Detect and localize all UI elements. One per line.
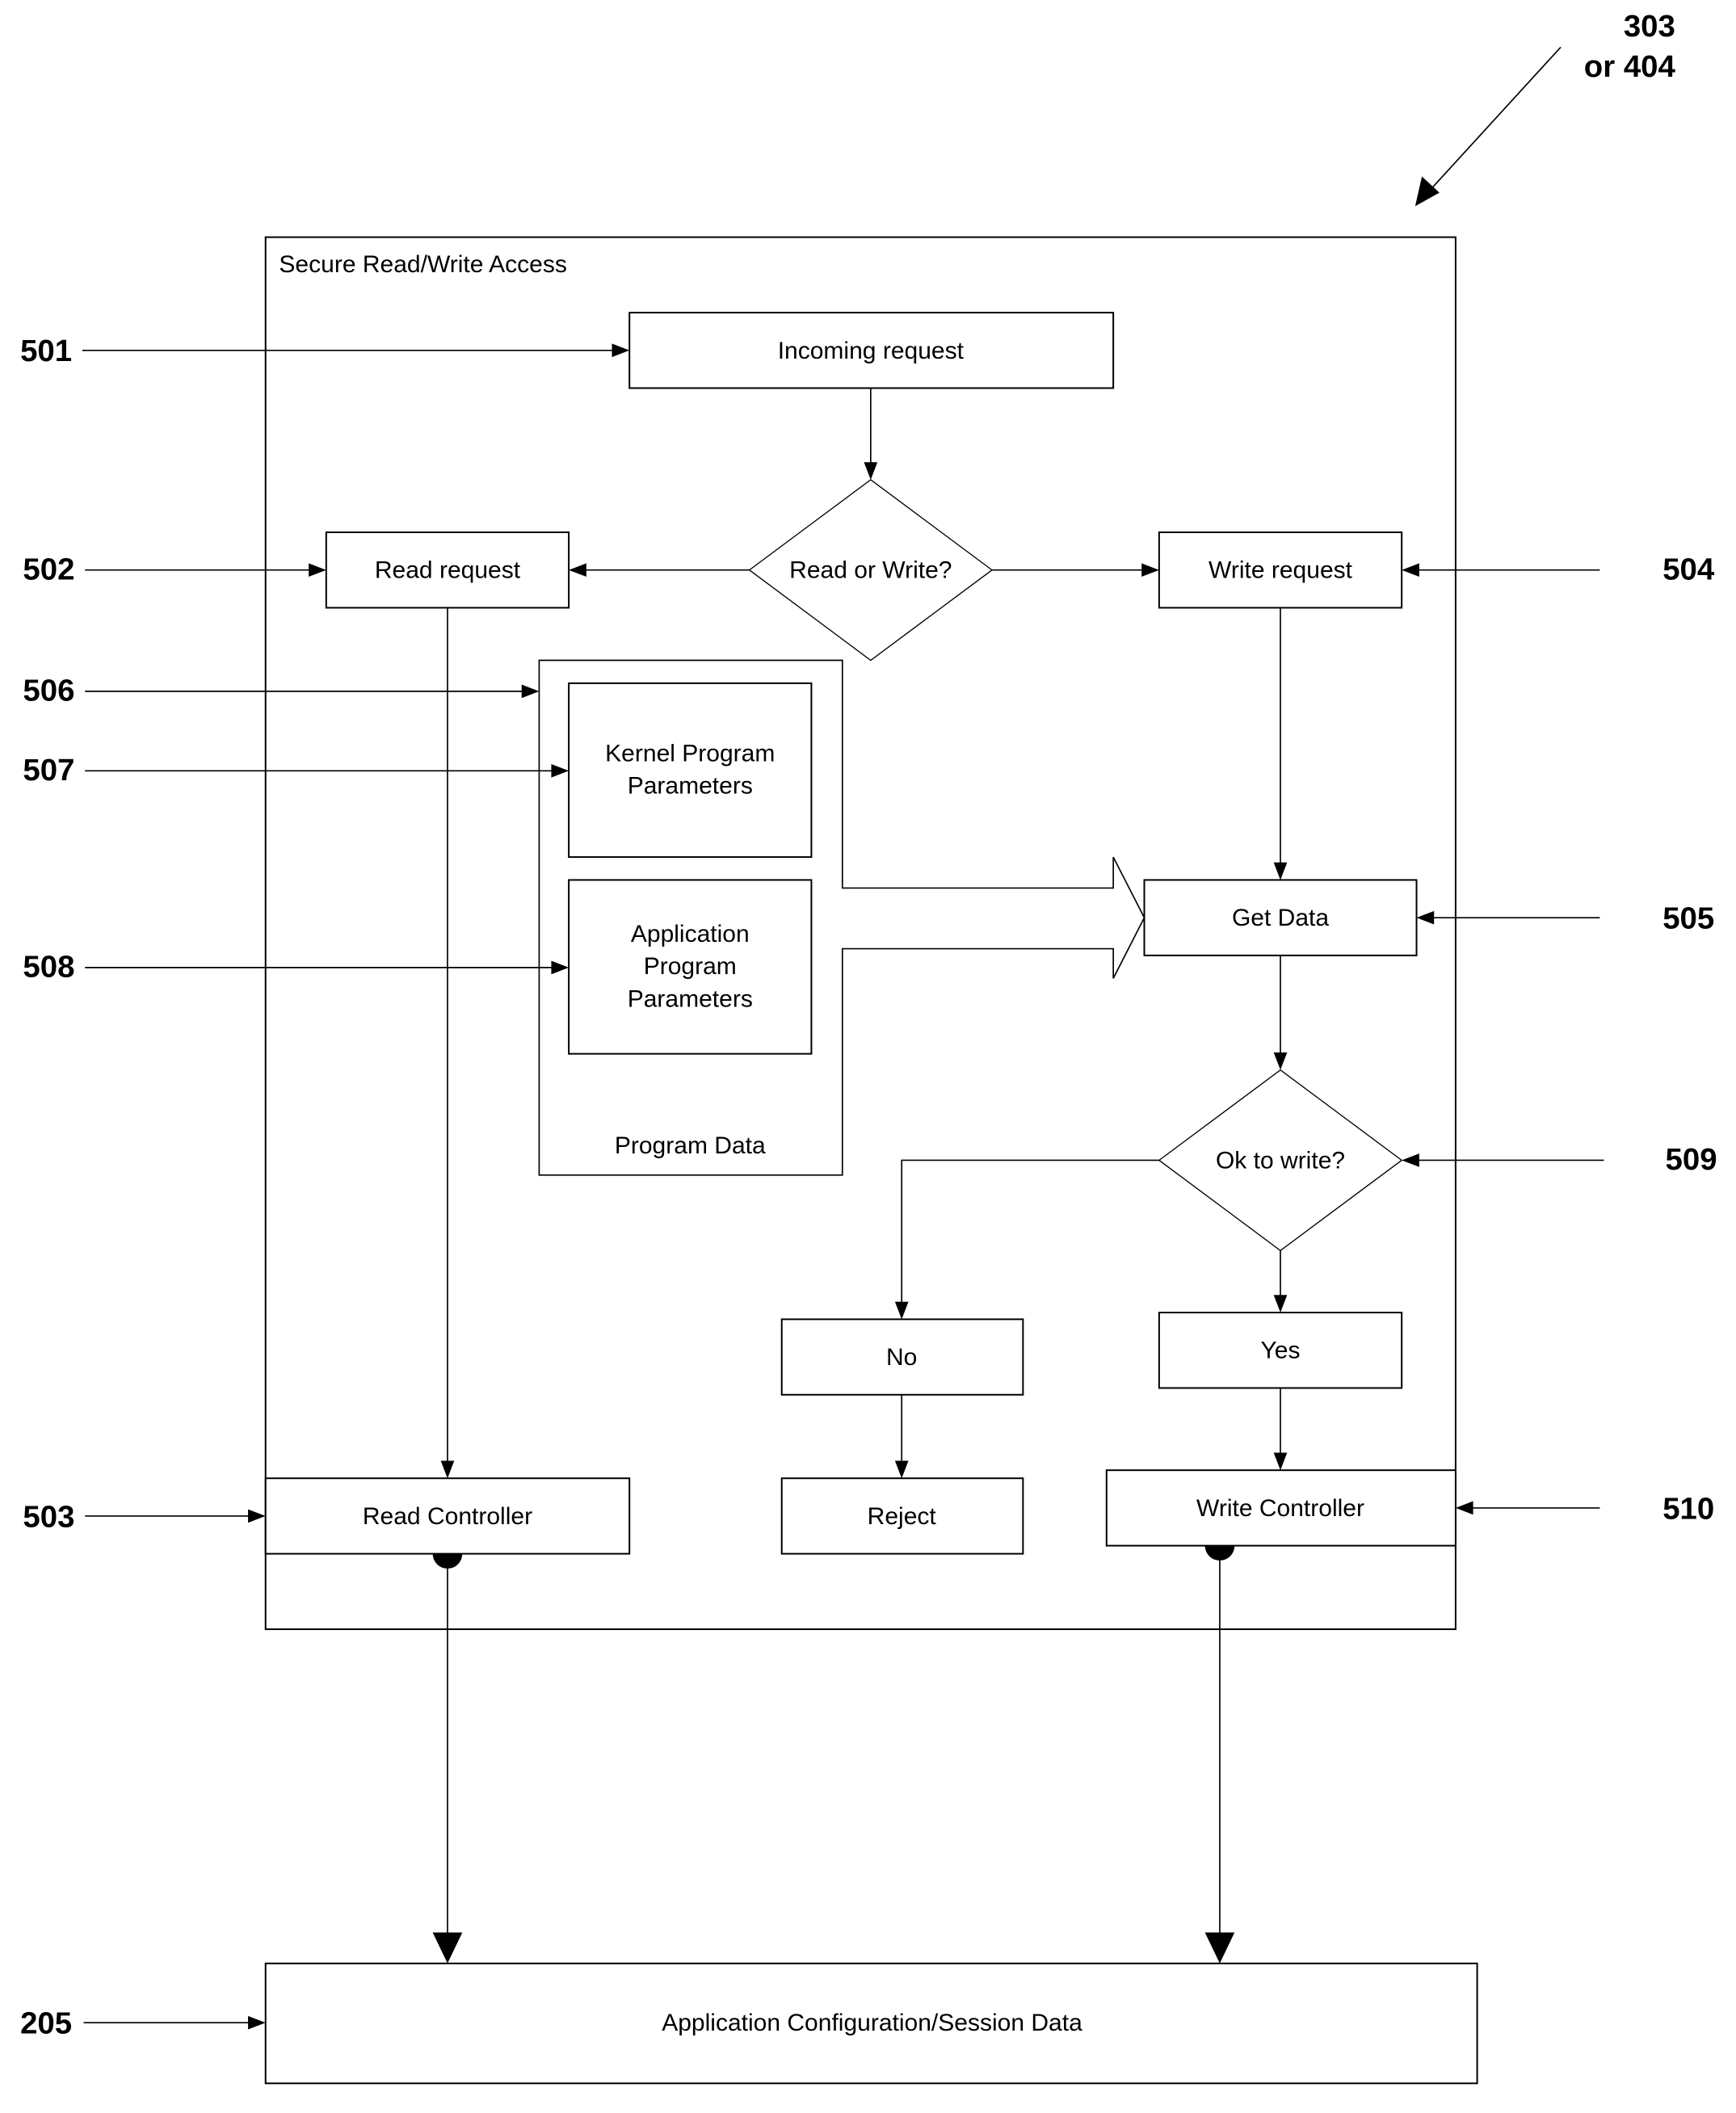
application-params-label: Application bbox=[631, 921, 750, 947]
read-controller-label: Read Controller bbox=[363, 1503, 532, 1530]
app-config-label: Application Configuration/Session Data bbox=[662, 2010, 1082, 2036]
ref-510-arrowhead bbox=[1455, 1501, 1473, 1515]
incoming-request-label: Incoming request bbox=[778, 338, 965, 364]
read-or-write-label: Read or Write? bbox=[789, 557, 952, 584]
ref-504: 504 bbox=[1662, 552, 1715, 586]
no-label: No bbox=[886, 1344, 917, 1371]
ref-508: 508 bbox=[23, 950, 74, 985]
program-data-label: Program Data bbox=[615, 1132, 766, 1159]
readcontroller-to-appconfig-arrowhead bbox=[432, 1932, 463, 1964]
ref-205: 205 bbox=[20, 2006, 72, 2041]
ref-503-arrowhead bbox=[248, 1509, 266, 1523]
write-request-label: Write request bbox=[1208, 557, 1353, 584]
ref-507: 507 bbox=[23, 753, 74, 788]
ref-505: 505 bbox=[1662, 901, 1714, 936]
container-title: Secure Read/Write Access bbox=[279, 251, 566, 278]
ref-502: 502 bbox=[23, 552, 74, 586]
ref-510: 510 bbox=[1662, 1491, 1714, 1526]
application-params-label: Program bbox=[644, 953, 737, 980]
application-params-label: Parameters bbox=[628, 985, 753, 1012]
ref-303: 303 bbox=[1624, 9, 1675, 44]
flow-diagram: 303 or 404 Secure Read/Write Access Inco… bbox=[20, 9, 1717, 2085]
kernel-params-label: Kernel Program bbox=[605, 741, 775, 767]
ref-509: 509 bbox=[1666, 1142, 1717, 1177]
pointer-arrowhead bbox=[1414, 176, 1440, 207]
writecontroller-to-appconfig-arrowhead bbox=[1204, 1932, 1235, 1964]
ok-to-write-label: Ok to write? bbox=[1216, 1147, 1345, 1174]
ref-205-arrowhead bbox=[248, 2015, 266, 2030]
ref-506: 506 bbox=[23, 674, 74, 708]
ref-501: 501 bbox=[20, 334, 72, 368]
kernel-params-label: Parameters bbox=[628, 773, 753, 800]
read-request-label: Read request bbox=[375, 557, 521, 584]
reject-label: Reject bbox=[868, 1503, 937, 1530]
pointer-arrow-line bbox=[1431, 46, 1562, 190]
ref-or-404: or 404 bbox=[1584, 49, 1676, 84]
write-controller-label: Write Controller bbox=[1196, 1495, 1364, 1522]
kernel-params-box bbox=[568, 682, 813, 859]
ref-503: 503 bbox=[23, 1499, 74, 1534]
yes-label: Yes bbox=[1261, 1338, 1301, 1364]
get-data-label: Get Data bbox=[1232, 905, 1329, 931]
